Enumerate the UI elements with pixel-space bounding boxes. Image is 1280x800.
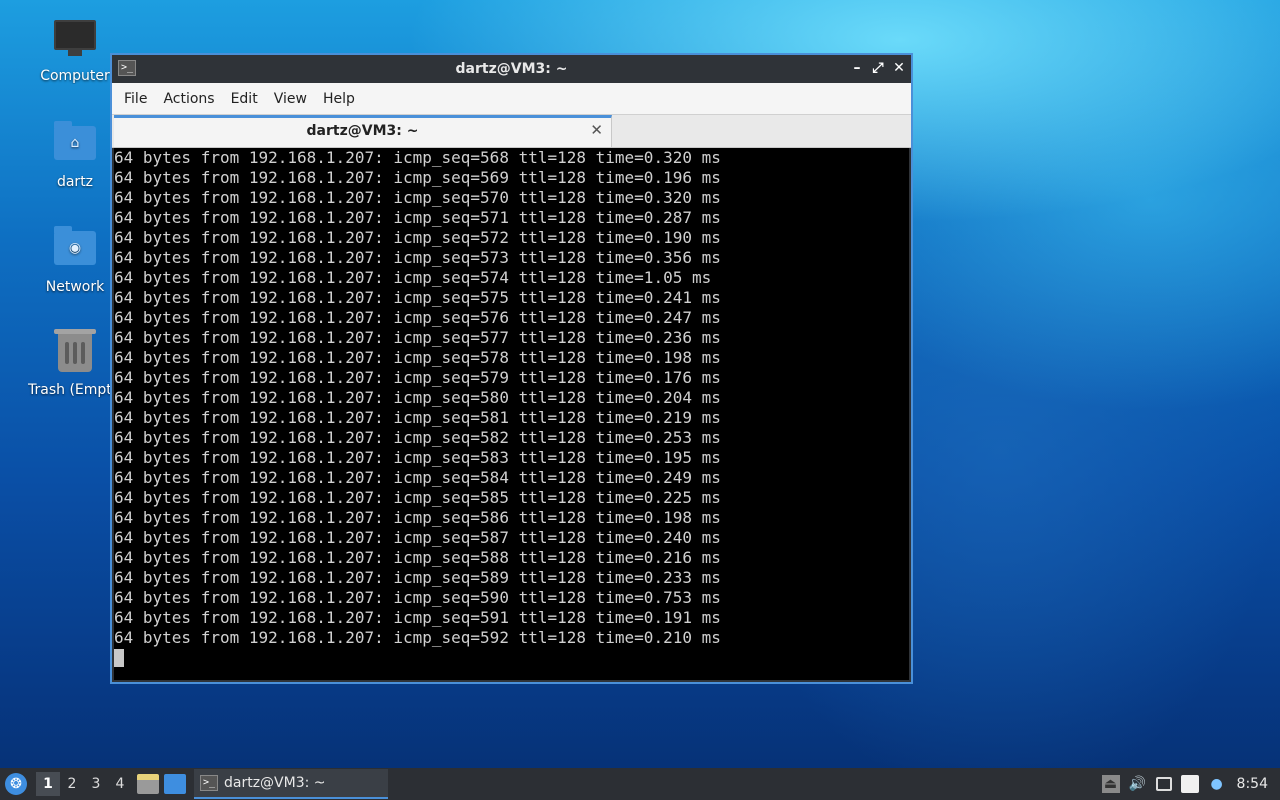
tab-bar: dartz@VM3: ~ ✕ <box>112 115 911 148</box>
menu-file[interactable]: File <box>116 91 155 107</box>
terminal-icon: >_ <box>200 775 218 791</box>
eject-icon[interactable]: ⏏ <box>1101 775 1120 793</box>
terminal-line: 64 bytes from 192.168.1.207: icmp_seq=58… <box>114 468 721 487</box>
clipboard-icon[interactable] <box>1180 775 1199 793</box>
terminal-output[interactable]: 64 bytes from 192.168.1.207: icmp_seq=56… <box>114 148 909 680</box>
window-titlebar[interactable]: >_ dartz@VM3: ~ – ⤢ ✕ <box>112 55 911 83</box>
terminal-line: 64 bytes from 192.168.1.207: icmp_seq=58… <box>114 408 721 427</box>
menu-edit[interactable]: Edit <box>223 91 266 107</box>
terminal-window: >_ dartz@VM3: ~ – ⤢ ✕ File Actions Edit … <box>110 53 913 684</box>
menu-view[interactable]: View <box>266 91 315 107</box>
system-tray: ⏏ 🔊 ● 8:54 <box>1101 768 1280 800</box>
terminal-line: 64 bytes from 192.168.1.207: icmp_seq=58… <box>114 388 721 407</box>
terminal-cursor <box>114 649 124 667</box>
close-button[interactable]: ✕ <box>890 59 908 77</box>
computer-icon <box>53 20 97 64</box>
desktop-icon-label: Trash (Empt <box>28 382 110 398</box>
terminal-line: 64 bytes from 192.168.1.207: icmp_seq=57… <box>114 228 721 247</box>
terminal-line: 64 bytes from 192.168.1.207: icmp_seq=58… <box>114 508 721 527</box>
minimize-button[interactable]: – <box>848 59 866 77</box>
terminal-line: 64 bytes from 192.168.1.207: icmp_seq=59… <box>114 608 721 627</box>
terminal-line: 64 bytes from 192.168.1.207: icmp_seq=58… <box>114 548 721 567</box>
workspace-1[interactable]: 1 <box>36 772 60 796</box>
trash-icon <box>53 329 97 378</box>
network-folder-icon: ◉ <box>53 226 97 275</box>
menu-bar: File Actions Edit View Help <box>112 83 911 115</box>
terminal-line: 64 bytes from 192.168.1.207: icmp_seq=57… <box>114 368 721 387</box>
terminal-line: 64 bytes from 192.168.1.207: icmp_seq=57… <box>114 268 712 287</box>
terminal-line: 64 bytes from 192.168.1.207: icmp_seq=58… <box>114 488 721 507</box>
menu-help[interactable]: Help <box>315 91 363 107</box>
terminal-line: 64 bytes from 192.168.1.207: icmp_seq=59… <box>114 588 721 607</box>
network-icon[interactable] <box>1155 777 1172 791</box>
terminal-line: 64 bytes from 192.168.1.207: icmp_seq=58… <box>114 568 721 587</box>
workspace-4[interactable]: 4 <box>108 772 132 796</box>
window-title: dartz@VM3: ~ <box>455 61 568 77</box>
terminal-line: 64 bytes from 192.168.1.207: icmp_seq=56… <box>114 148 721 167</box>
terminal-line: 64 bytes from 192.168.1.207: icmp_seq=56… <box>114 168 721 187</box>
home-folder-icon: ⌂ <box>53 121 97 170</box>
terminal-line: 64 bytes from 192.168.1.207: icmp_seq=58… <box>114 528 721 547</box>
maximize-button[interactable]: ⤢ <box>869 59 887 77</box>
workspace-3[interactable]: 3 <box>84 772 108 796</box>
tab-close-icon[interactable]: ✕ <box>590 121 603 139</box>
terminal-line: 64 bytes from 192.168.1.207: icmp_seq=58… <box>114 428 721 447</box>
menu-actions[interactable]: Actions <box>155 91 222 107</box>
taskbar-task-terminal[interactable]: >_ dartz@VM3: ~ <box>194 769 388 799</box>
terminal-line: 64 bytes from 192.168.1.207: icmp_seq=57… <box>114 188 721 207</box>
terminal-line: 64 bytes from 192.168.1.207: icmp_seq=57… <box>114 308 721 327</box>
clock: 8:54 <box>1236 776 1268 792</box>
notification-icon[interactable]: ● <box>1208 775 1226 793</box>
terminal-line: 64 bytes from 192.168.1.207: icmp_seq=57… <box>114 208 721 227</box>
task-label: dartz@VM3: ~ <box>224 775 326 791</box>
terminal-line: 64 bytes from 192.168.1.207: icmp_seq=57… <box>114 348 721 367</box>
start-menu-icon[interactable]: ❂ <box>5 773 27 795</box>
tab-label: dartz@VM3: ~ <box>306 123 419 139</box>
show-desktop-icon[interactable] <box>164 774 186 794</box>
terminal-line: 64 bytes from 192.168.1.207: icmp_seq=57… <box>114 328 721 347</box>
volume-icon[interactable]: 🔊 <box>1129 775 1147 793</box>
taskbar: ❂ 1 2 3 4 >_ dartz@VM3: ~ ⏏ 🔊 ● 8:54 <box>0 768 1280 800</box>
file-manager-icon[interactable] <box>137 774 159 794</box>
workspace-2[interactable]: 2 <box>60 772 84 796</box>
tab-terminal[interactable]: dartz@VM3: ~ ✕ <box>114 115 612 147</box>
terminal-line: 64 bytes from 192.168.1.207: icmp_seq=58… <box>114 448 721 467</box>
terminal-line: 64 bytes from 192.168.1.207: icmp_seq=57… <box>114 288 721 307</box>
terminal-line: 64 bytes from 192.168.1.207: icmp_seq=59… <box>114 628 721 647</box>
terminal-line: 64 bytes from 192.168.1.207: icmp_seq=57… <box>114 248 721 267</box>
